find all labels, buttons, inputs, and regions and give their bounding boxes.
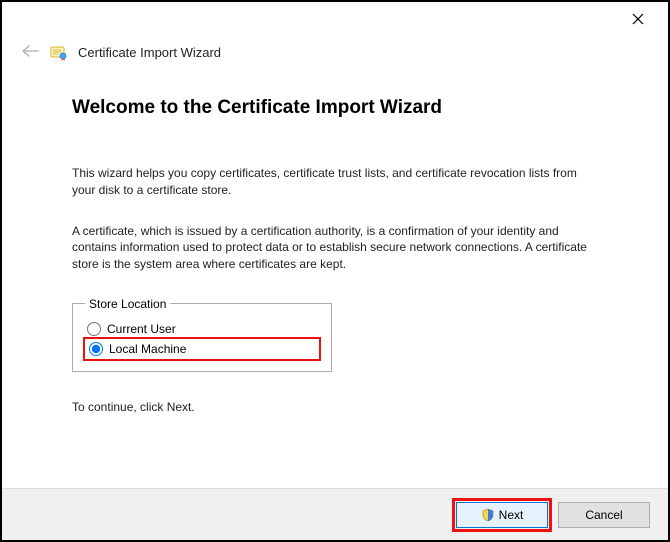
shield-icon: [481, 508, 495, 522]
continue-text: To continue, click Next.: [72, 400, 598, 414]
radio-current-user-label: Current User: [107, 322, 176, 336]
store-location-legend: Store Location: [85, 297, 170, 311]
wizard-header: Certificate Import Wizard: [2, 36, 668, 73]
next-button[interactable]: Next: [456, 502, 548, 528]
radio-local-machine[interactable]: Local Machine: [85, 339, 319, 359]
page-heading: Welcome to the Certificate Import Wizard: [72, 97, 598, 119]
intro-paragraph-2: A certificate, which is issued by a cert…: [72, 223, 592, 273]
wizard-footer: Next Cancel: [2, 488, 668, 540]
radio-local-machine-input[interactable]: [89, 342, 103, 356]
certificate-icon: [50, 44, 68, 62]
store-location-group: Store Location Current User Local Machin…: [72, 297, 332, 372]
title-bar: [2, 2, 668, 36]
back-arrow-icon: [20, 42, 40, 63]
close-icon: [632, 13, 644, 25]
wizard-title: Certificate Import Wizard: [78, 45, 221, 60]
radio-current-user[interactable]: Current User: [85, 319, 319, 339]
radio-local-machine-label: Local Machine: [109, 342, 186, 356]
close-button[interactable]: [620, 5, 656, 33]
cancel-button-label: Cancel: [585, 508, 622, 522]
wizard-content: Welcome to the Certificate Import Wizard…: [2, 73, 668, 414]
intro-paragraph-1: This wizard helps you copy certificates,…: [72, 165, 592, 199]
cancel-button[interactable]: Cancel: [558, 502, 650, 528]
next-button-label: Next: [499, 508, 524, 522]
next-button-highlight: Next: [456, 502, 548, 528]
radio-current-user-input[interactable]: [87, 322, 101, 336]
